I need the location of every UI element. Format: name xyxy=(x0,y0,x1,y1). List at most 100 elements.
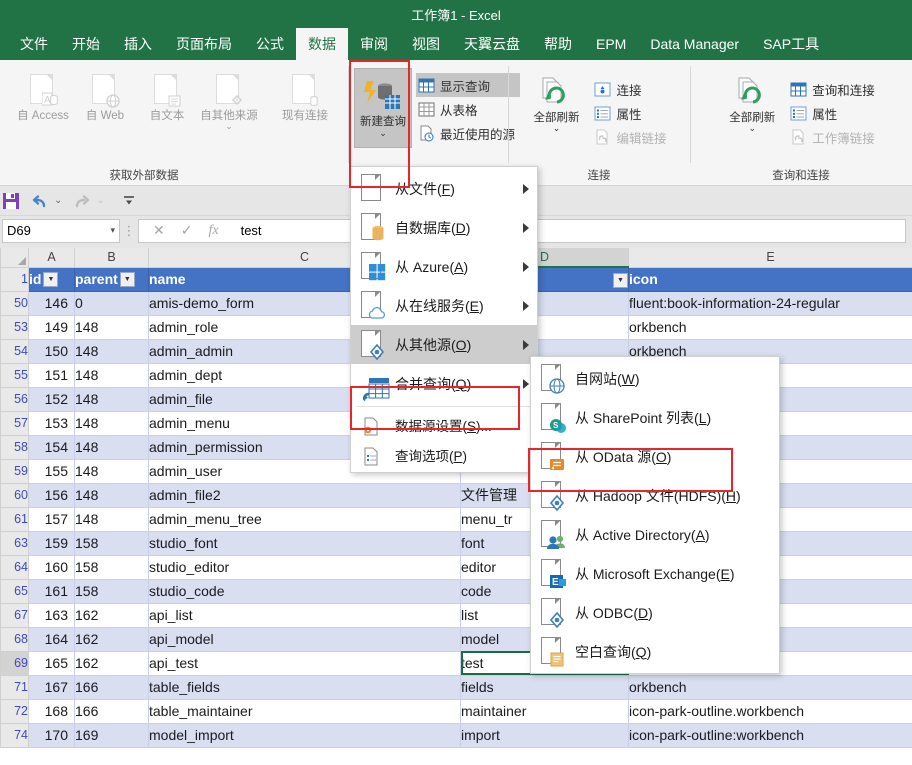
menu-item-hadoop[interactable]: 从 Hadoop 文件(HDFS)(H) xyxy=(531,476,779,515)
cell-id[interactable]: 156 xyxy=(29,483,75,507)
cell-id[interactable]: 149 xyxy=(29,315,75,339)
connections-button[interactable]: 连接 xyxy=(592,77,671,101)
menu-item-web-globe[interactable]: 自网站(W) xyxy=(531,359,779,398)
cell-id[interactable]: 165 xyxy=(29,651,75,675)
from-table-button[interactable]: 从表格 xyxy=(416,97,520,121)
cell-d[interactable]: maintainer xyxy=(461,699,629,723)
cell-id[interactable]: 161 xyxy=(29,579,75,603)
new-query-chevron-down-icon[interactable]: ⌄ xyxy=(379,130,387,137)
from-access-button[interactable]: A 自 Access xyxy=(12,70,74,127)
tab-sap-tools[interactable]: SAP工具 xyxy=(751,28,831,60)
tab-file[interactable]: 文件 xyxy=(8,28,60,60)
tab-page-layout[interactable]: 页面布局 xyxy=(164,28,244,60)
cell-name[interactable]: table_fields xyxy=(149,675,461,699)
row-header[interactable]: 50 xyxy=(1,291,29,315)
cell-parent[interactable]: 0 xyxy=(75,291,149,315)
cell-id[interactable]: 153 xyxy=(29,411,75,435)
tab-help[interactable]: 帮助 xyxy=(532,28,584,60)
row-header[interactable]: 74 xyxy=(1,723,29,747)
row-header[interactable]: 63 xyxy=(1,531,29,555)
menu-item-blank-query[interactable]: 空白查询(Q) xyxy=(531,632,779,671)
menu-item-merge-query[interactable]: 合并查询(Q) xyxy=(351,364,537,403)
cell-parent[interactable]: 148 xyxy=(75,435,149,459)
queries-and-connections-button[interactable]: 查询和连接 xyxy=(788,77,880,101)
row-header[interactable]: 68 xyxy=(1,627,29,651)
cell-id[interactable]: 146 xyxy=(29,291,75,315)
cell-id[interactable]: 167 xyxy=(29,675,75,699)
cell-name[interactable]: studio_code xyxy=(149,579,461,603)
cell-parent[interactable]: 148 xyxy=(75,411,149,435)
menu-item-sharepoint[interactable]: S从 SharePoint 列表(L) xyxy=(531,398,779,437)
from-web-button[interactable]: 自 Web xyxy=(74,70,136,127)
filter-button-d[interactable]: ▼ xyxy=(613,273,628,288)
column-header-a[interactable]: A xyxy=(29,248,75,267)
row-header[interactable]: 71 xyxy=(1,675,29,699)
cell-name[interactable]: admin_menu_tree xyxy=(149,507,461,531)
row-header[interactable]: 64 xyxy=(1,555,29,579)
column-header-b[interactable]: B xyxy=(75,248,149,267)
row-header[interactable]: 67 xyxy=(1,603,29,627)
cell-parent[interactable]: 162 xyxy=(75,603,149,627)
cell-name[interactable]: admin_file2 xyxy=(149,483,461,507)
select-all-corner[interactable] xyxy=(1,248,29,267)
menu-item-exchange[interactable]: E从 Microsoft Exchange(E) xyxy=(531,554,779,593)
cell-parent[interactable]: 148 xyxy=(75,339,149,363)
cell-id[interactable]: 154 xyxy=(29,435,75,459)
row-header[interactable]: 61 xyxy=(1,507,29,531)
properties-button-2[interactable]: 属性 xyxy=(788,101,880,125)
tab-data[interactable]: 数据 xyxy=(296,28,348,60)
menu-item-odbc[interactable]: 从 ODBC(D) xyxy=(531,593,779,632)
name-box-chevron-down-icon[interactable]: ▾ xyxy=(110,225,115,236)
tab-view[interactable]: 视图 xyxy=(400,28,452,60)
tab-epm[interactable]: EPM xyxy=(584,28,638,60)
row-header[interactable]: 55 xyxy=(1,363,29,387)
header-cell-id[interactable]: id▼ xyxy=(29,267,75,291)
tab-formulas[interactable]: 公式 xyxy=(244,28,296,60)
cell-name[interactable]: api_list xyxy=(149,603,461,627)
row-header[interactable]: 58 xyxy=(1,435,29,459)
cell-icon[interactable]: fluent:book-information-24-regular xyxy=(629,291,912,315)
cell-name[interactable]: studio_font xyxy=(149,531,461,555)
cell-icon[interactable]: orkbench xyxy=(629,675,912,699)
row-header[interactable]: 54 xyxy=(1,339,29,363)
name-box[interactable]: D69 ▾ xyxy=(2,219,120,243)
menu-item-database[interactable]: 自数据库(D) xyxy=(351,208,537,247)
refresh-all-button[interactable]: 全部刷新 ⌄ xyxy=(524,72,588,136)
cell-name[interactable]: api_model xyxy=(149,627,461,651)
existing-connections-button[interactable]: 现有连接 xyxy=(274,70,336,127)
cell-name[interactable]: table_maintainer xyxy=(149,699,461,723)
cell-id[interactable]: 160 xyxy=(29,555,75,579)
new-query-button[interactable]: 新建查询 ⌄ xyxy=(354,68,412,148)
cell-id[interactable]: 157 xyxy=(29,507,75,531)
from-other-sources-button[interactable]: 自其他来源 ⌄ xyxy=(198,70,260,134)
menu-item-file[interactable]: 从文件(F) xyxy=(351,169,537,208)
cell-parent[interactable]: 166 xyxy=(75,675,149,699)
menu-item-active-directory[interactable]: 从 Active Directory(A) xyxy=(531,515,779,554)
filter-button-parent[interactable]: ▼ xyxy=(120,272,135,287)
cell-id[interactable]: 164 xyxy=(29,627,75,651)
cell-d[interactable]: import xyxy=(461,723,629,747)
menu-item-query-options[interactable]: 查询选项(P) xyxy=(351,440,537,470)
row-header[interactable]: 72 xyxy=(1,699,29,723)
refresh-all-button-2[interactable]: 全部刷新 ⌄ xyxy=(720,72,784,136)
cell-id[interactable]: 150 xyxy=(29,339,75,363)
cell-parent[interactable]: 148 xyxy=(75,483,149,507)
cell-id[interactable]: 168 xyxy=(29,699,75,723)
cell-parent[interactable]: 148 xyxy=(75,363,149,387)
customize-icon[interactable] xyxy=(121,193,137,209)
cell-parent[interactable]: 148 xyxy=(75,459,149,483)
cell-d[interactable]: fields xyxy=(461,675,629,699)
column-header-e[interactable]: E xyxy=(629,248,912,267)
row-header-1[interactable]: 1 xyxy=(1,267,29,291)
save-icon[interactable] xyxy=(2,192,20,210)
tab-tianyi-cloud[interactable]: 天翼云盘 xyxy=(452,28,532,60)
cell-id[interactable]: 170 xyxy=(29,723,75,747)
cell-parent[interactable]: 158 xyxy=(75,555,149,579)
cell-id[interactable]: 151 xyxy=(29,363,75,387)
confirm-formula-icon[interactable]: ✓ xyxy=(181,222,193,239)
tab-review[interactable]: 审阅 xyxy=(348,28,400,60)
row-header[interactable]: 60 xyxy=(1,483,29,507)
tab-data-manager[interactable]: Data Manager xyxy=(638,28,751,60)
undo-icon[interactable] xyxy=(30,192,50,210)
row-header[interactable]: 57 xyxy=(1,411,29,435)
